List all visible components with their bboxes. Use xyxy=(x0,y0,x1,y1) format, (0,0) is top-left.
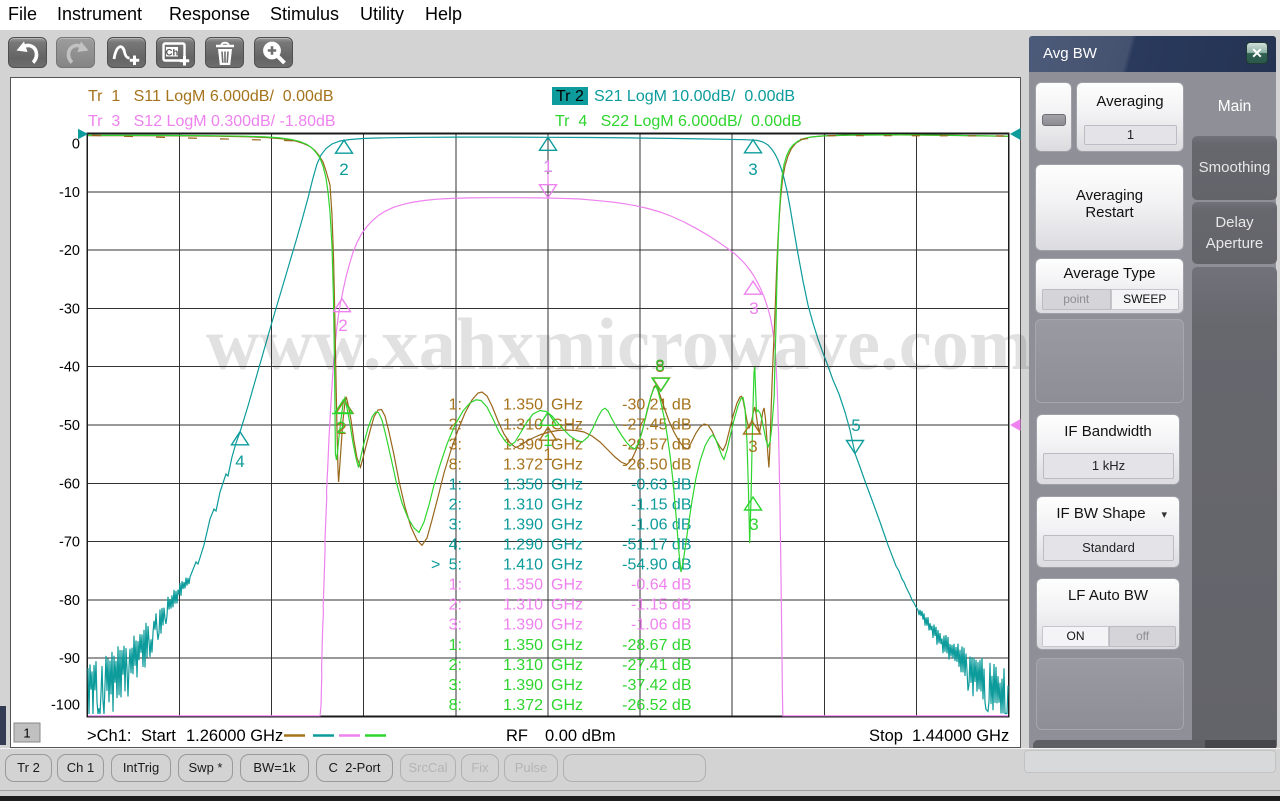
svg-text:1.390: 1.390 xyxy=(503,677,543,694)
svg-text:-30: -30 xyxy=(59,301,80,317)
svg-text:RF: RF xyxy=(506,727,528,745)
svg-text:S21 LogM 10.00dB/ 0.00dB: S21 LogM 10.00dB/ 0.00dB xyxy=(594,88,795,105)
svg-text:1.310: 1.310 xyxy=(503,597,543,614)
svg-text:GHz: GHz xyxy=(551,657,583,674)
svg-text:3: 3 xyxy=(748,437,757,456)
svg-text:-1.06 dB: -1.06 dB xyxy=(631,517,691,534)
svg-text:GHz: GHz xyxy=(551,597,583,614)
svg-text:-51.17 dB: -51.17 dB xyxy=(622,537,691,554)
svg-text:-29.57 dB: -29.57 dB xyxy=(622,436,691,453)
svg-text:GHz: GHz xyxy=(551,617,583,634)
svg-text:-90: -90 xyxy=(59,651,80,667)
svg-text:GHz: GHz xyxy=(551,396,583,413)
svg-text:1.390: 1.390 xyxy=(503,517,543,534)
svg-text:>: > xyxy=(431,557,440,574)
svg-text:-27.45 dB: -27.45 dB xyxy=(622,416,691,433)
svg-text:1.372: 1.372 xyxy=(503,456,543,473)
svg-text:Tr 1 S11 LogM 6.000dB/ 0.0: Tr 1 S11 LogM 6.000dB/ 0.00dB xyxy=(88,88,333,105)
svg-text:8:: 8: xyxy=(449,456,462,473)
svg-text:>Ch1:: >Ch1: xyxy=(87,727,132,745)
svg-text:8: 8 xyxy=(655,356,664,375)
svg-text:1: 1 xyxy=(23,726,30,741)
svg-text:1:: 1: xyxy=(449,637,462,654)
svg-text:1.390: 1.390 xyxy=(503,617,543,634)
svg-text:GHz: GHz xyxy=(551,497,583,514)
svg-text:3:: 3: xyxy=(449,677,462,694)
svg-text:GHz: GHz xyxy=(551,517,583,534)
svg-text:-100: -100 xyxy=(51,698,80,714)
svg-text:-30.21 dB: -30.21 dB xyxy=(622,396,691,413)
svg-text:GHz: GHz xyxy=(551,557,583,574)
svg-text:1.350: 1.350 xyxy=(503,637,543,654)
svg-text:Tr 4 S22 LogM 6.000dB/ 0.0: Tr 4 S22 LogM 6.000dB/ 0.00dB xyxy=(555,113,802,130)
svg-text:5:: 5: xyxy=(449,557,462,574)
svg-text:3: 3 xyxy=(748,160,757,179)
svg-text:GHz: GHz xyxy=(551,537,583,554)
svg-text:5: 5 xyxy=(851,416,860,435)
svg-text:GHz: GHz xyxy=(551,697,583,714)
svg-text:1.372: 1.372 xyxy=(503,697,543,714)
svg-text:Start: Start xyxy=(141,727,176,745)
svg-text:2: 2 xyxy=(336,418,345,437)
svg-text:0: 0 xyxy=(72,137,80,153)
svg-text:2:: 2: xyxy=(449,657,462,674)
svg-text:-50: -50 xyxy=(59,418,80,434)
svg-text:-40: -40 xyxy=(59,360,80,376)
svg-text:-37.42 dB: -37.42 dB xyxy=(622,677,691,694)
svg-text:1.350: 1.350 xyxy=(503,477,543,494)
svg-text:3: 3 xyxy=(749,515,758,534)
svg-text:-26.52 dB: -26.52 dB xyxy=(622,697,691,714)
svg-text:Stop: Stop xyxy=(869,727,903,745)
svg-text:8:: 8: xyxy=(449,697,462,714)
svg-text:1:: 1: xyxy=(449,477,462,494)
svg-text:GHz: GHz xyxy=(551,477,583,494)
svg-text:2: 2 xyxy=(339,160,348,179)
svg-text:1.44000 GHz: 1.44000 GHz xyxy=(912,727,1009,745)
svg-text:1: 1 xyxy=(543,157,552,176)
svg-text:3: 3 xyxy=(749,299,758,318)
svg-text:-80: -80 xyxy=(59,593,80,609)
svg-text:1.410: 1.410 xyxy=(503,557,543,574)
svg-text:Tr 3 S12 LogM 0.300dB/ -1.8: Tr 3 S12 LogM 0.300dB/ -1.80dB xyxy=(88,113,336,130)
svg-text:1.310: 1.310 xyxy=(503,416,543,433)
svg-text:1.310: 1.310 xyxy=(503,657,543,674)
svg-text:GHz: GHz xyxy=(551,456,583,473)
svg-text:4:: 4: xyxy=(449,537,462,554)
svg-text:GHz: GHz xyxy=(551,677,583,694)
svg-text:2: 2 xyxy=(338,316,347,335)
svg-text:-70: -70 xyxy=(59,535,80,551)
svg-text:-27.41 dB: -27.41 dB xyxy=(622,657,691,674)
svg-text:-1.15 dB: -1.15 dB xyxy=(631,597,691,614)
svg-text:-0.63 dB: -0.63 dB xyxy=(631,477,691,494)
svg-text:Tr 2: Tr 2 xyxy=(556,88,584,105)
svg-text:GHz: GHz xyxy=(551,637,583,654)
svg-text:-60: -60 xyxy=(59,476,80,492)
svg-text:0.00 dBm: 0.00 dBm xyxy=(545,727,616,745)
svg-text:-20: -20 xyxy=(59,243,80,259)
svg-text:1.310: 1.310 xyxy=(503,497,543,514)
svg-text:1.290: 1.290 xyxy=(503,537,543,554)
svg-text:-0.64 dB: -0.64 dB xyxy=(631,577,691,594)
svg-text:-10: -10 xyxy=(59,185,80,201)
svg-text:1:: 1: xyxy=(449,577,462,594)
svg-text:1.350: 1.350 xyxy=(503,396,543,413)
svg-text:1.26000 GHz: 1.26000 GHz xyxy=(186,727,283,745)
svg-text:2:: 2: xyxy=(449,597,462,614)
svg-text:Ch: Ch xyxy=(166,47,179,58)
svg-text:GHz: GHz xyxy=(551,577,583,594)
svg-text:1:: 1: xyxy=(449,396,462,413)
svg-text:-1.15 dB: -1.15 dB xyxy=(631,497,691,514)
svg-text:4: 4 xyxy=(235,452,244,471)
svg-text:1: 1 xyxy=(543,431,552,450)
svg-text:-28.67 dB: -28.67 dB xyxy=(622,637,691,654)
svg-text:3:: 3: xyxy=(449,617,462,634)
svg-text:-1.06 dB: -1.06 dB xyxy=(631,617,691,634)
svg-text:2:: 2: xyxy=(449,497,462,514)
svg-text:1.350: 1.350 xyxy=(503,577,543,594)
svg-text:3:: 3: xyxy=(449,517,462,534)
